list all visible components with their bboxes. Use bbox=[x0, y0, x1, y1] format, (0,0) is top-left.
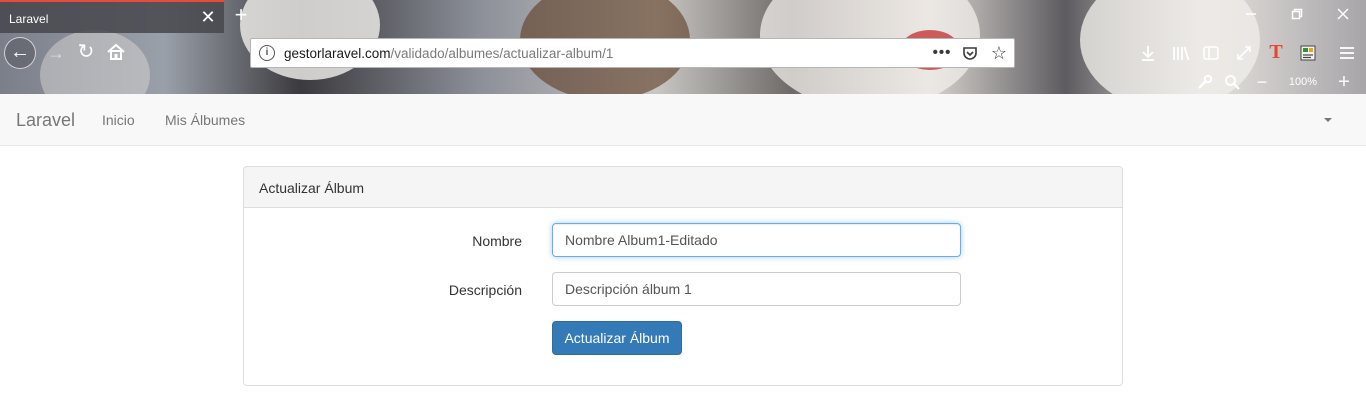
restore-icon bbox=[1291, 8, 1303, 20]
close-icon bbox=[1337, 8, 1349, 20]
menu-icon[interactable] bbox=[1336, 42, 1358, 64]
nombre-label: Nombre bbox=[472, 233, 522, 249]
pocket-icon[interactable] bbox=[959, 43, 981, 63]
reload-icon: ↻ bbox=[77, 41, 95, 63]
extension-notes-icon[interactable] bbox=[1297, 42, 1319, 64]
update-album-button[interactable]: Actualizar Álbum bbox=[552, 321, 682, 355]
navbar: Laravel Inicio Mis Álbumes bbox=[0, 94, 1366, 146]
tab-close-icon[interactable]: ✕ bbox=[198, 7, 218, 27]
browser-tab[interactable]: Laravel ✕ bbox=[0, 0, 224, 33]
url-path: /validado/albumes/actualizar-album/1 bbox=[390, 46, 614, 61]
site-info-icon[interactable]: i bbox=[259, 45, 275, 61]
minimize-icon bbox=[1246, 13, 1256, 15]
zoom-in-button[interactable]: + bbox=[1333, 71, 1355, 93]
reload-button[interactable]: ↻ bbox=[74, 40, 98, 64]
restore-button[interactable] bbox=[1283, 5, 1311, 27]
address-bar[interactable]: i gestorlaravel.com/validado/albumes/act… bbox=[250, 38, 1015, 68]
download-icon[interactable] bbox=[1137, 42, 1159, 64]
bookmark-star-icon[interactable]: ☆ bbox=[988, 43, 1010, 63]
navbar-brand[interactable]: Laravel bbox=[16, 110, 75, 131]
nombre-input[interactable] bbox=[552, 223, 961, 257]
zoom-level[interactable]: 100% bbox=[1283, 73, 1323, 91]
descripcion-label: Descripción bbox=[448, 282, 522, 298]
zoom-out-button[interactable]: − bbox=[1251, 71, 1273, 93]
sidebar-icon[interactable] bbox=[1200, 42, 1222, 64]
new-tab-button[interactable]: + bbox=[230, 3, 252, 29]
browser-chrome: Laravel ✕ + ← → ↻ i gestorlaravel.com/va… bbox=[0, 0, 1366, 94]
tab-title: Laravel bbox=[9, 12, 49, 26]
user-dropdown-caret-icon[interactable] bbox=[1324, 118, 1332, 122]
back-button[interactable]: ← bbox=[4, 37, 36, 69]
minimize-button[interactable] bbox=[1237, 5, 1265, 27]
url-text[interactable]: gestorlaravel.com/validado/albumes/actua… bbox=[284, 46, 613, 61]
nav-link-mis-albumes[interactable]: Mis Álbumes bbox=[165, 112, 245, 128]
panel-heading: Actualizar Álbum bbox=[244, 167, 1122, 208]
close-window-button[interactable] bbox=[1329, 5, 1357, 27]
page-actions-icon[interactable]: ••• bbox=[931, 43, 953, 63]
back-icon: ← bbox=[10, 41, 30, 63]
panel-title: Actualizar Álbum bbox=[259, 180, 365, 196]
forward-button[interactable]: → bbox=[44, 41, 68, 65]
library-icon[interactable] bbox=[1170, 42, 1192, 64]
fullscreen-icon[interactable] bbox=[1233, 42, 1255, 64]
search-icon[interactable] bbox=[1221, 71, 1243, 93]
descripcion-input[interactable] bbox=[552, 272, 961, 306]
home-icon bbox=[107, 43, 125, 60]
nav-link-inicio[interactable]: Inicio bbox=[102, 112, 135, 128]
update-album-panel: Actualizar Álbum Nombre Descripción Actu… bbox=[243, 166, 1123, 386]
wrench-icon[interactable] bbox=[1194, 71, 1216, 93]
url-host: gestorlaravel.com bbox=[284, 46, 391, 61]
home-button[interactable] bbox=[104, 40, 128, 64]
extension-t-icon[interactable]: T bbox=[1265, 41, 1287, 63]
forward-icon: → bbox=[47, 43, 65, 63]
